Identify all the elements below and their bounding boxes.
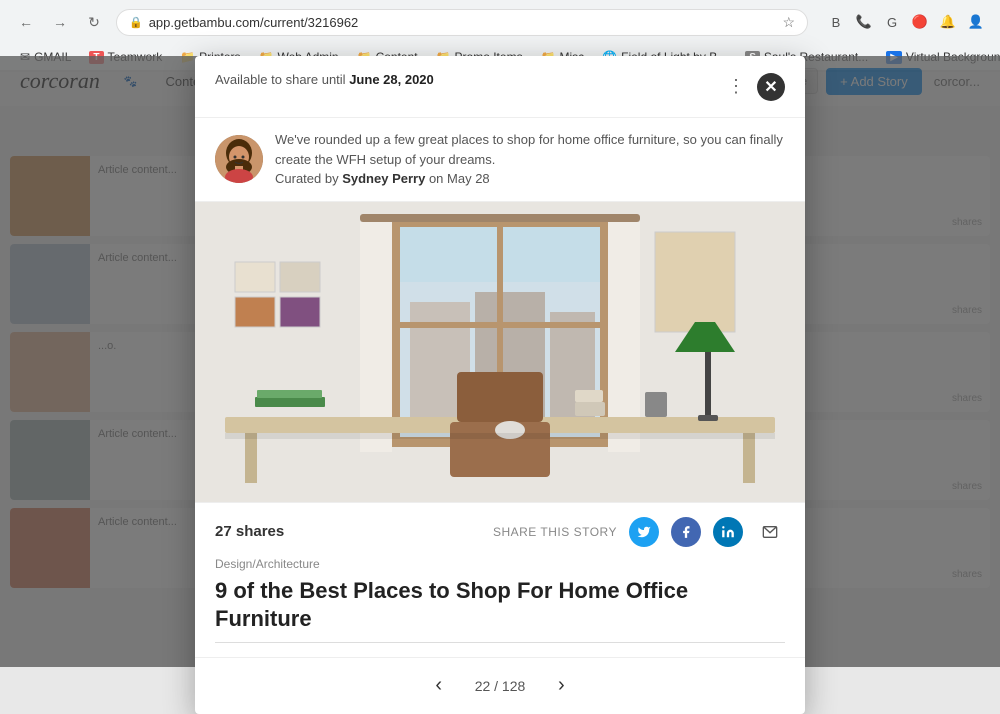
browser-icons: B 📞 G 🔴 🔔 👤 (824, 10, 988, 34)
share-facebook-button[interactable] (671, 517, 701, 547)
modal-header: Available to share until June 28, 2020 ⋮… (195, 56, 805, 118)
extension-icon-2[interactable]: 📞 (852, 10, 876, 34)
share-section: SHARE THIS STORY (493, 517, 785, 547)
modal-footer: 27 shares SHARE THIS STORY (195, 502, 805, 657)
modal-header-left: Available to share until June 28, 2020 (215, 72, 434, 87)
next-button[interactable]: › (545, 670, 577, 702)
modal-header-actions: ⋮ ✕ (723, 72, 785, 101)
shares-count: 27 shares (215, 523, 284, 540)
extension-icon-5[interactable]: 🔔 (936, 10, 960, 34)
curator-text: We've rounded up a few great places to s… (275, 130, 785, 189)
share-icons (629, 517, 785, 547)
url-text: app.getbambu.com/current/3216962 (149, 15, 359, 30)
available-label: Available to share until (215, 72, 346, 87)
curator-avatar-svg (215, 135, 263, 183)
curator-name: Sydney Perry (342, 171, 425, 186)
linkedin-icon (721, 525, 735, 539)
reload-button[interactable]: ↻ (80, 8, 108, 36)
curator-description: We've rounded up a few great places to s… (275, 130, 785, 169)
more-options-icon[interactable]: ⋮ (723, 72, 749, 101)
prev-button[interactable]: ‹ (423, 670, 455, 702)
curated-by-label: Curated by (275, 171, 339, 186)
extension-icon-3[interactable]: G (880, 10, 904, 34)
article-image (195, 202, 805, 502)
nav-buttons: ← → ↻ (12, 8, 108, 36)
forward-button[interactable]: → (46, 8, 74, 36)
shares-row: 27 shares SHARE THIS STORY (215, 517, 785, 547)
close-button[interactable]: ✕ (757, 73, 785, 101)
email-icon (762, 524, 778, 540)
lock-icon: 🔒 (129, 16, 143, 29)
pagination: ‹ 22 / 128 › (195, 657, 805, 714)
pagination-info: 22 / 128 (475, 678, 526, 694)
facebook-icon (679, 525, 693, 539)
share-email-button[interactable] (755, 517, 785, 547)
article-modal: Available to share until June 28, 2020 ⋮… (195, 56, 805, 714)
title-divider (215, 642, 785, 643)
available-date: June 28, 2020 (349, 72, 434, 87)
twitter-icon (637, 525, 651, 539)
curator-section: We've rounded up a few great places to s… (195, 118, 805, 202)
article-image-svg (195, 202, 805, 502)
category-tag: Design/Architecture (215, 557, 785, 571)
curated-on: on May 28 (429, 171, 490, 186)
bookmark-star-icon[interactable]: ☆ (782, 14, 795, 31)
available-text: Available to share until June 28, 2020 (215, 72, 434, 87)
share-twitter-button[interactable] (629, 517, 659, 547)
profile-icon[interactable]: 👤 (964, 10, 988, 34)
browser-nav: ← → ↻ 🔒 app.getbambu.com/current/3216962… (0, 0, 1000, 44)
extension-icon-4[interactable]: 🔴 (908, 10, 932, 34)
curator-avatar (215, 135, 263, 183)
article-title: 9 of the Best Places to Shop For Home Of… (215, 577, 785, 634)
share-linkedin-button[interactable] (713, 517, 743, 547)
back-button[interactable]: ← (12, 8, 40, 36)
address-bar[interactable]: 🔒 app.getbambu.com/current/3216962 ☆ (116, 9, 808, 36)
extension-icon-1[interactable]: B (824, 10, 848, 34)
share-this-label: SHARE THIS STORY (493, 525, 617, 539)
curator-attribution: Curated by Sydney Perry on May 28 (275, 169, 785, 189)
